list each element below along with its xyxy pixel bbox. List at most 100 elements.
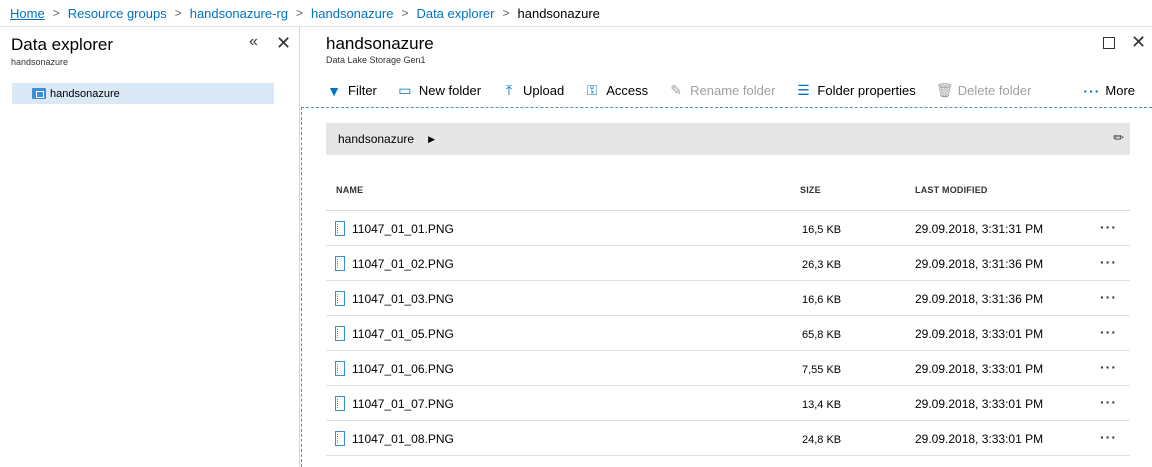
close-icon[interactable]: ✕	[276, 33, 291, 54]
folder-panel: handsonazure Data Lake Storage Gen1 ✕ ▼ …	[301, 27, 1152, 467]
chevron-right-icon: >	[296, 6, 304, 20]
panel-subtitle: Data Lake Storage Gen1	[326, 55, 426, 65]
file-name-cell: 11047_01_01.PNG	[335, 221, 454, 236]
double-chevron-left-icon[interactable]: «	[249, 33, 258, 51]
chevron-right-icon: >	[52, 6, 60, 20]
file-size: 24,8 KB	[802, 434, 842, 446]
file-icon	[335, 361, 345, 376]
file-size: 16,6 KB	[802, 294, 842, 306]
file-modified: 29.09.2018, 3:33:01 PM	[915, 397, 1044, 411]
upload-label: Upload	[523, 83, 565, 98]
delete-folder-label: Delete folder	[957, 83, 1032, 98]
file-name-cell: 11047_01_06.PNG	[335, 361, 454, 376]
filter-button[interactable]: ▼ Filter	[326, 83, 377, 99]
panel-title: handsonazure	[326, 34, 434, 53]
breadcrumb-data-explorer-link[interactable]: Data explorer	[416, 6, 494, 21]
file-name[interactable]: 11047_01_07.PNG	[352, 397, 454, 411]
new-folder-icon: ▭	[398, 82, 412, 98]
ellipsis-icon[interactable]: ···	[1100, 359, 1117, 375]
new-folder-button[interactable]: ▭ New folder	[397, 82, 481, 99]
filter-label: Filter	[348, 83, 377, 98]
file-name-cell: 11047_01_05.PNG	[335, 326, 454, 341]
ellipsis-icon[interactable]: ···	[1100, 289, 1117, 305]
file-name[interactable]: 11047_01_02.PNG	[352, 257, 454, 271]
access-label: Access	[606, 83, 649, 98]
file-modified: 29.09.2018, 3:33:01 PM	[915, 432, 1044, 446]
table-row[interactable]: 11047_01_05.PNG 65,8 KB 29.09.2018, 3:33…	[326, 316, 1130, 351]
file-name-cell: 11047_01_07.PNG	[335, 396, 454, 411]
file-size: 65,8 KB	[802, 329, 842, 341]
pencil-icon[interactable]: ✏	[1113, 130, 1124, 146]
file-modified: 29.09.2018, 3:31:36 PM	[915, 257, 1044, 271]
close-icon[interactable]: ✕	[1131, 32, 1146, 53]
ellipsis-icon: ···	[1083, 82, 1101, 99]
folder-icon	[32, 88, 46, 99]
file-name-cell: 11047_01_02.PNG	[335, 256, 454, 271]
column-header-size[interactable]: SIZE	[800, 185, 821, 195]
breadcrumb-account-link[interactable]: handsonazure	[311, 6, 393, 21]
ellipsis-icon[interactable]: ···	[1100, 394, 1117, 410]
rename-folder-button[interactable]: ✎ Rename folder	[668, 82, 775, 99]
path-bar: handsonazure ▶ ✏	[326, 123, 1130, 155]
caret-right-icon[interactable]: ▶	[428, 134, 435, 145]
maximize-icon[interactable]	[1103, 37, 1115, 49]
file-name-cell: 11047_01_03.PNG	[335, 291, 454, 306]
file-name-cell: 11047_01_08.PNG	[335, 431, 454, 446]
file-icon	[335, 256, 345, 271]
file-modified: 29.09.2018, 3:33:01 PM	[915, 362, 1044, 376]
chevron-right-icon: >	[401, 6, 409, 20]
tree-item-label: handsonazure	[50, 87, 120, 100]
table-row[interactable]: 11047_01_08.PNG 24,8 KB 29.09.2018, 3:33…	[326, 421, 1130, 456]
table-row[interactable]: 11047_01_06.PNG 7,55 KB 29.09.2018, 3:33…	[326, 351, 1130, 386]
column-header-name[interactable]: NAME	[336, 185, 363, 195]
ellipsis-icon[interactable]: ···	[1100, 429, 1117, 445]
table-row[interactable]: 11047_01_07.PNG 13,4 KB 29.09.2018, 3:33…	[326, 386, 1130, 421]
file-icon	[335, 326, 345, 341]
file-size: 26,3 KB	[802, 259, 842, 271]
file-size: 7,55 KB	[802, 364, 842, 376]
file-modified: 29.09.2018, 3:31:36 PM	[915, 292, 1044, 306]
path-segment[interactable]: handsonazure	[338, 132, 414, 146]
rename-folder-label: Rename folder	[690, 83, 776, 98]
table-row[interactable]: 11047_01_02.PNG 26,3 KB 29.09.2018, 3:31…	[326, 246, 1130, 281]
file-icon	[335, 431, 345, 446]
file-size: 16,5 KB	[802, 224, 842, 236]
ellipsis-icon[interactable]: ···	[1100, 219, 1117, 235]
upload-button[interactable]: ⤒ Upload	[501, 82, 564, 99]
breadcrumb: Home > Resource groups > handsonazure-rg…	[0, 0, 1152, 27]
delete-folder-button[interactable]: 🗑 Delete folder	[936, 82, 1032, 99]
file-modified: 29.09.2018, 3:33:01 PM	[915, 327, 1044, 341]
upload-icon: ⤒	[505, 82, 513, 98]
breadcrumb-current: handsonazure	[517, 5, 600, 21]
ellipsis-icon[interactable]: ···	[1100, 324, 1117, 340]
chevron-right-icon: >	[502, 6, 510, 20]
panel-title: Data explorer	[11, 35, 114, 54]
more-label: More	[1105, 83, 1136, 98]
file-name[interactable]: 11047_01_05.PNG	[352, 327, 454, 341]
new-folder-label: New folder	[418, 83, 482, 98]
column-header-last-modified[interactable]: LAST MODIFIED	[915, 185, 988, 195]
filter-icon: ▼	[327, 82, 341, 99]
file-modified: 29.09.2018, 3:31:31 PM	[915, 222, 1044, 236]
table-row[interactable]: 11047_01_01.PNG 16,5 KB 29.09.2018, 3:31…	[326, 211, 1130, 246]
list-icon: ☰	[797, 82, 810, 98]
ellipsis-icon[interactable]: ···	[1100, 254, 1117, 270]
folder-properties-label: Folder properties	[817, 83, 916, 98]
pencil-icon: ✎	[670, 82, 682, 98]
breadcrumb-resource-group-link[interactable]: handsonazure-rg	[190, 6, 288, 21]
folder-properties-button[interactable]: ☰ Folder properties	[795, 82, 916, 99]
breadcrumb-home-link[interactable]: Home	[10, 6, 45, 21]
panel-subtitle: handsonazure	[11, 57, 69, 67]
more-button[interactable]: ··· More	[1083, 83, 1135, 99]
file-icon	[335, 396, 345, 411]
breadcrumb-resource-groups-link[interactable]: Resource groups	[68, 6, 167, 21]
file-name[interactable]: 11047_01_01.PNG	[352, 222, 454, 236]
file-name[interactable]: 11047_01_08.PNG	[352, 432, 454, 446]
tree-item-handsonazure[interactable]: handsonazure	[12, 83, 274, 104]
file-size: 13,4 KB	[802, 399, 842, 411]
file-icon	[335, 291, 345, 306]
file-name[interactable]: 11047_01_06.PNG	[352, 362, 454, 376]
file-name[interactable]: 11047_01_03.PNG	[352, 292, 454, 306]
access-button[interactable]: ⚿ Access	[584, 82, 648, 99]
table-row[interactable]: 11047_01_03.PNG 16,6 KB 29.09.2018, 3:31…	[326, 281, 1130, 316]
